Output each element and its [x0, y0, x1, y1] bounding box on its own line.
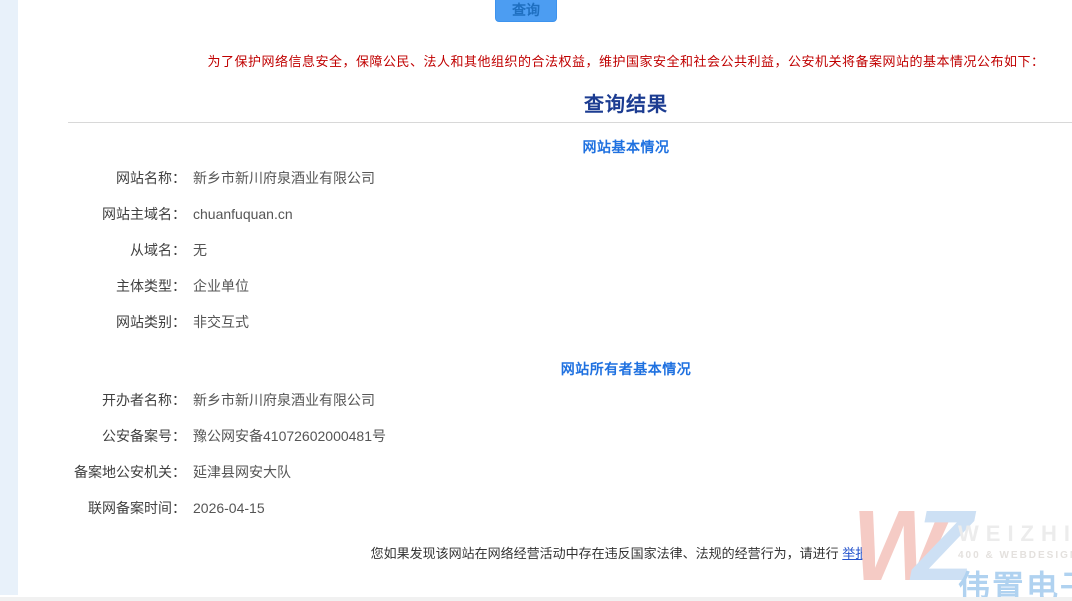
field-value: chuanfuquan.cn: [193, 196, 293, 232]
field-row-police-record-number: 公安备案号： 豫公网安备41072602000481号: [18, 418, 1072, 454]
report-note: 您如果发现该网站在网络经营活动中存在违反国家法律、法规的经营行为，请进行 举报。: [18, 543, 1072, 562]
report-note-period: 。: [868, 546, 881, 561]
field-row-founder-name: 开办者名称： 新乡市新川府泉酒业有限公司: [18, 382, 1072, 418]
owner-basic-info-list: 开办者名称： 新乡市新川府泉酒业有限公司 公安备案号： 豫公网安备4107260…: [18, 382, 1072, 526]
field-label: 联网备案时间：: [18, 490, 186, 526]
field-label: 网站名称：: [18, 160, 186, 196]
field-label: 备案地公安机关：: [18, 454, 186, 490]
field-label: 从域名：: [18, 232, 186, 268]
field-value: 企业单位: [193, 268, 249, 304]
field-row-entity-type: 主体类型： 企业单位: [18, 268, 1072, 304]
field-label: 主体类型：: [18, 268, 186, 304]
field-row-site-name: 网站名称： 新乡市新川府泉酒业有限公司: [18, 160, 1072, 196]
section-title-site-basic: 网站基本情况: [18, 137, 1072, 157]
field-row-record-authority: 备案地公安机关： 延津县网安大队: [18, 454, 1072, 490]
security-notice-text: 为了保护网络信息安全，保障公民、法人和其他组织的合法权益，维护国家安全和社会公共…: [18, 51, 1072, 70]
page-title: 查询结果: [18, 88, 1072, 117]
field-value: 2026-04-15: [193, 490, 265, 526]
left-edge-strip: [0, 0, 18, 595]
horizontal-divider: [68, 122, 1072, 123]
field-value: 豫公网安备41072602000481号: [193, 418, 386, 454]
field-value: 延津县网安大队: [193, 454, 291, 490]
content-area: 查询 为了保护网络信息安全，保障公民、法人和其他组织的合法权益，维护国家安全和社…: [18, 0, 1072, 601]
site-basic-info-list: 网站名称： 新乡市新川府泉酒业有限公司 网站主域名： chuanfuquan.c…: [18, 160, 1072, 340]
field-row-site-category: 网站类别： 非交互式: [18, 304, 1072, 340]
field-row-main-domain: 网站主域名： chuanfuquan.cn: [18, 196, 1072, 232]
field-label: 公安备案号：: [18, 418, 186, 454]
field-value: 新乡市新川府泉酒业有限公司: [193, 160, 375, 196]
field-row-record-date: 联网备案时间： 2026-04-15: [18, 490, 1072, 526]
field-value: 无: [193, 232, 207, 268]
field-label: 开办者名称：: [18, 382, 186, 418]
field-label: 网站主域名：: [18, 196, 186, 232]
field-label: 网站类别：: [18, 304, 186, 340]
report-link[interactable]: 举报: [842, 546, 868, 561]
field-value: 新乡市新川府泉酒业有限公司: [193, 382, 375, 418]
section-title-owner-basic: 网站所有者基本情况: [18, 359, 1072, 379]
query-button[interactable]: 查询: [495, 0, 557, 22]
field-row-sub-domain: 从域名： 无: [18, 232, 1072, 268]
beian-query-result-page: 查询 为了保护网络信息安全，保障公民、法人和其他组织的合法权益，维护国家安全和社…: [0, 0, 1072, 601]
report-note-text: 您如果发现该网站在网络经营活动中存在违反国家法律、法规的经营行为，请进行: [371, 546, 843, 561]
bottom-edge-bar: [0, 597, 1072, 601]
field-value: 非交互式: [193, 304, 249, 340]
